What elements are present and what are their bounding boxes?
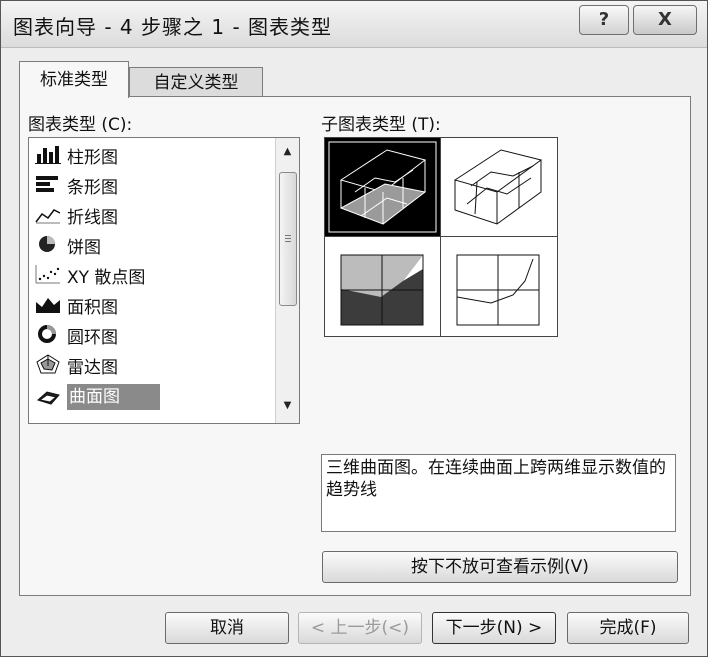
subtype-grid: [324, 137, 558, 337]
pie-chart-icon: [39, 236, 55, 252]
surface-3d-wireframe-icon: [453, 149, 543, 225]
list-item-label: XY 散点图: [67, 268, 146, 288]
subtype-description: 三维曲面图。在连续曲面上跨两维显示数值的趋势线: [321, 454, 676, 532]
scroll-up-icon[interactable]: ▲: [276, 142, 299, 162]
list-item-label: 饼图: [67, 238, 101, 258]
list-item-label: 曲面图: [67, 384, 160, 410]
list-item-surface[interactable]: 曲面图: [33, 384, 271, 412]
list-item-pie[interactable]: 饼图: [33, 230, 271, 258]
list-item-label: 折线图: [67, 208, 118, 228]
help-icon: ?: [598, 9, 610, 30]
cancel-button[interactable]: 取消: [165, 612, 289, 644]
list-item-scatter[interactable]: XY 散点图: [33, 260, 271, 288]
chart-type-label: 图表类型 (C):: [28, 115, 133, 135]
list-item-radar[interactable]: 雷达图: [33, 350, 271, 378]
close-icon: X: [658, 9, 672, 30]
contour-color-icon: [340, 254, 424, 326]
next-button[interactable]: 下一步(N) >: [432, 612, 556, 644]
list-item-doughnut[interactable]: 圆环图: [33, 320, 271, 348]
doughnut-chart-icon: [38, 325, 56, 343]
window-title: 图表向导 - 4 步骤之 1 - 图表类型: [13, 15, 333, 39]
list-item-label: 雷达图: [67, 358, 118, 378]
list-item-label: 圆环图: [67, 328, 118, 348]
tab-custom-types[interactable]: 自定义类型: [129, 67, 263, 98]
list-item-bar[interactable]: 条形图: [33, 170, 271, 198]
list-scrollbar[interactable]: ▲ ▼: [275, 138, 299, 423]
bar-chart-icon: [36, 176, 58, 192]
title-bar: 图表向导 - 4 步骤之 1 - 图表类型 ? X: [1, 1, 707, 48]
line-chart-icon: [35, 209, 61, 224]
chart-wizard-dialog: 图表向导 - 4 步骤之 1 - 图表类型 ? X 标准类型 自定义类型 图表类…: [0, 0, 708, 657]
contour-wireframe-icon: [456, 254, 540, 326]
subtype-3d-surface[interactable]: [325, 138, 440, 236]
scroll-down-icon[interactable]: ▼: [276, 396, 299, 416]
chart-type-listbox[interactable]: 柱形图 条形图 折线图 饼图 XY 散点图 面积图 圆环图 雷达图 曲面图 ▲ …: [28, 137, 300, 424]
list-item-label: 柱形图: [67, 148, 118, 168]
list-item-line[interactable]: 折线图: [33, 200, 271, 228]
scroll-thumb[interactable]: [279, 172, 297, 306]
list-item-label: 条形图: [67, 178, 118, 198]
list-item-area[interactable]: 面积图: [33, 290, 271, 318]
finish-button[interactable]: 完成(F): [567, 612, 689, 644]
scatter-chart-icon: [35, 265, 60, 284]
subtype-wireframe-contour[interactable]: [441, 237, 556, 335]
close-button[interactable]: X: [633, 5, 697, 35]
list-item-label: 面积图: [67, 298, 118, 318]
subtype-contour[interactable]: [325, 237, 440, 335]
subtype-3d-wireframe[interactable]: [441, 138, 556, 236]
back-button[interactable]: < 上一步(<): [298, 612, 422, 644]
list-item-column[interactable]: 柱形图: [33, 140, 271, 168]
area-chart-icon: [36, 298, 60, 313]
surface-3d-color-icon: [328, 141, 437, 233]
subtype-label: 子图表类型 (T):: [321, 115, 441, 135]
help-button[interactable]: ?: [579, 5, 629, 35]
view-sample-button[interactable]: 按下不放可查看示例(V): [322, 551, 678, 583]
radar-chart-icon: [36, 354, 60, 374]
tab-standard-types[interactable]: 标准类型: [19, 61, 129, 98]
surface-chart-icon: [37, 391, 60, 405]
column-chart-icon: [35, 146, 61, 164]
